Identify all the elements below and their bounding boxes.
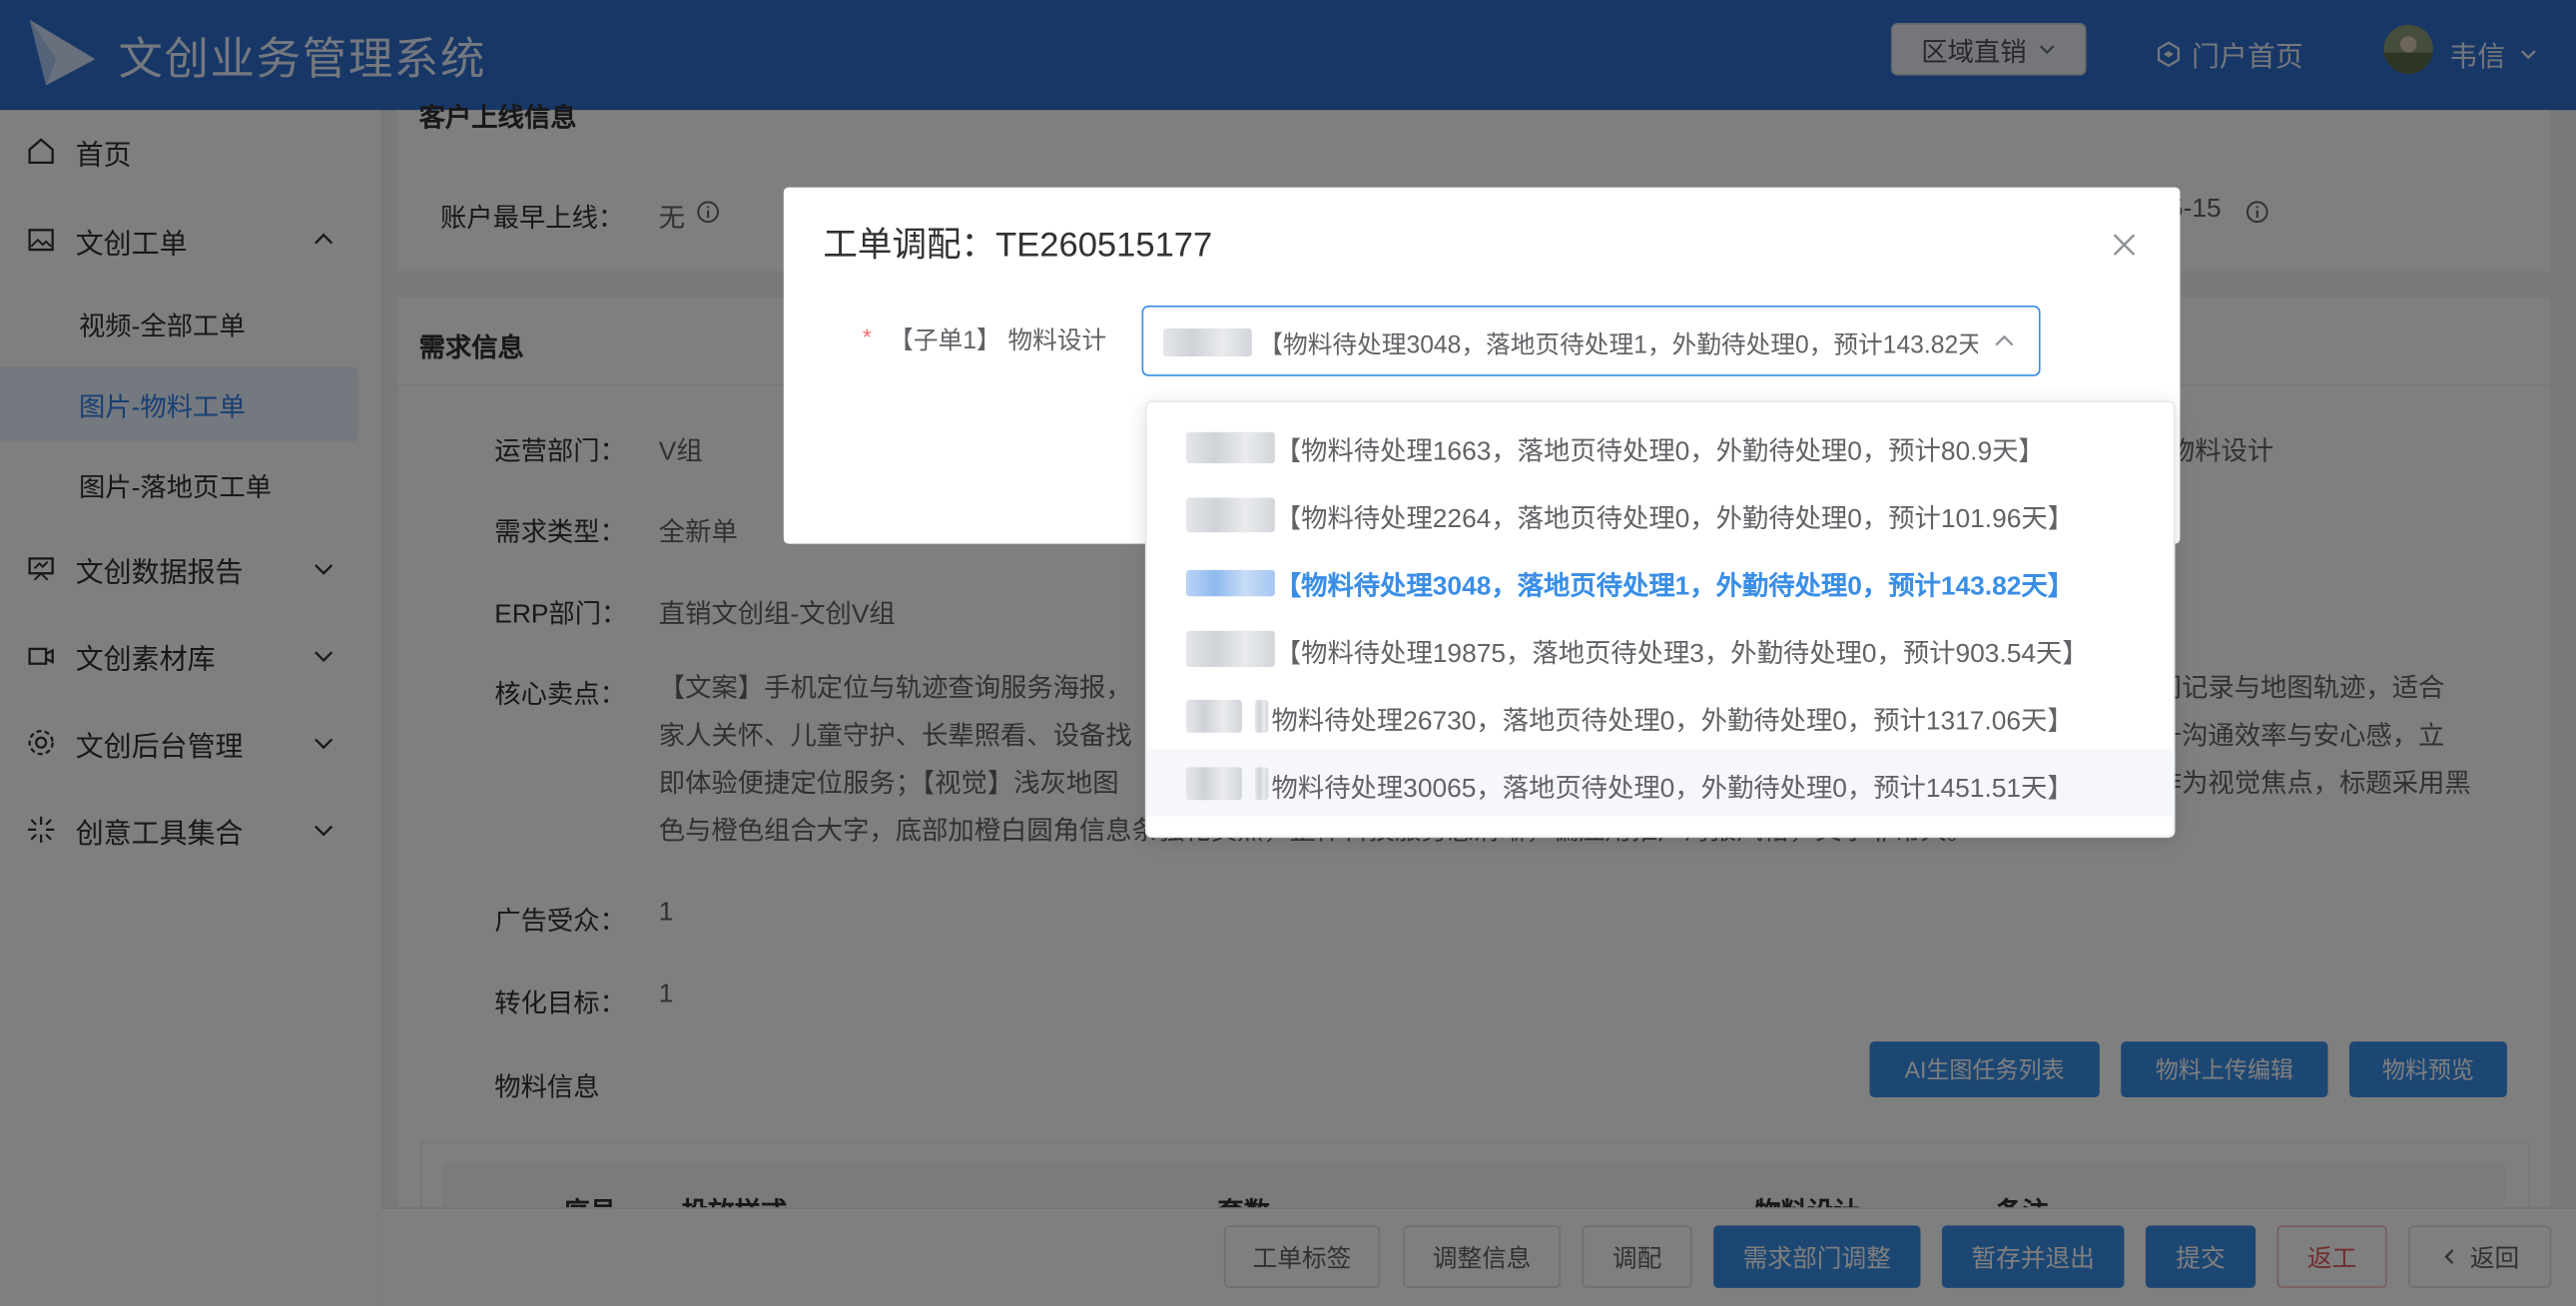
dropdown-option[interactable]: 【物料待处理1663，落地页待处理0，外勤待处理0，预计80.9天】: [1146, 412, 2173, 479]
designer-select[interactable]: 【物料待处理3048，落地页待处理1，外勤待处理0，预计143.82天】: [1141, 306, 2041, 376]
redacted-name: [1185, 767, 1242, 801]
option-label: 【物料待处理1663，落地页待处理0，外勤待处理0，预计80.9天】: [1274, 438, 2045, 467]
dialog-title: 工单调配：TE260515177: [823, 227, 1213, 265]
required-mark: *: [862, 324, 872, 350]
redacted-name: [1185, 569, 1275, 597]
option-label: 【物料待处理19875，落地页待处理3，外勤待处理0，预计903.54天】: [1274, 640, 2089, 669]
dropdown-option-selected[interactable]: 【物料待处理3048，落地页待处理1，外勤待处理0，预计143.82天】: [1146, 547, 2173, 614]
dropdown-option[interactable]: 【物料待处理19875，落地页待处理3，外勤待处理0，预计903.54天】: [1146, 614, 2173, 681]
option-label: 物料待处理30065，落地页待处理0，外勤待处理0，预计1451.51天】: [1271, 775, 2074, 804]
close-icon[interactable]: [2111, 232, 2137, 258]
redacted-name: [1185, 630, 1275, 667]
designer-dropdown: 【物料待处理1663，落地页待处理0，外勤待处理0，预计80.9天】 【物料待处…: [1144, 400, 2176, 839]
option-label: 物料待处理26730，落地页待处理0，外勤待处理0，预计1317.06天】: [1271, 708, 2074, 737]
option-label: 【物料待处理3048，落地页待处理1，外勤待处理0，预计143.82天】: [1274, 573, 2075, 602]
designer-select-value: 【物料待处理3048，落地页待处理1，外勤待处理0，预计143.82天】: [1258, 331, 1979, 360]
redacted-name: [1255, 767, 1269, 801]
redacted-name: [1185, 497, 1275, 533]
dropdown-option[interactable]: 【物料待处理2264，落地页待处理0，外勤待处理0，预计101.96天】: [1146, 479, 2173, 546]
option-label: 【物料待处理2264，落地页待处理0，外勤待处理0，预计101.96天】: [1274, 505, 2075, 534]
sub-order-label: 【子单1】 物料设计: [889, 326, 1107, 355]
chevron-up-icon: [1995, 334, 2014, 346]
dropdown-option-hovered[interactable]: 物料待处理30065，落地页待处理0，外勤待处理0，预计1451.51天】: [1146, 749, 2174, 817]
dropdown-option[interactable]: 物料待处理26730，落地页待处理0，外勤待处理0，预计1317.06天】: [1146, 682, 2173, 749]
redacted-name: [1185, 699, 1242, 733]
redacted-name: [1255, 699, 1269, 733]
redacted-name: [1162, 328, 1252, 357]
redacted-name: [1185, 431, 1275, 463]
